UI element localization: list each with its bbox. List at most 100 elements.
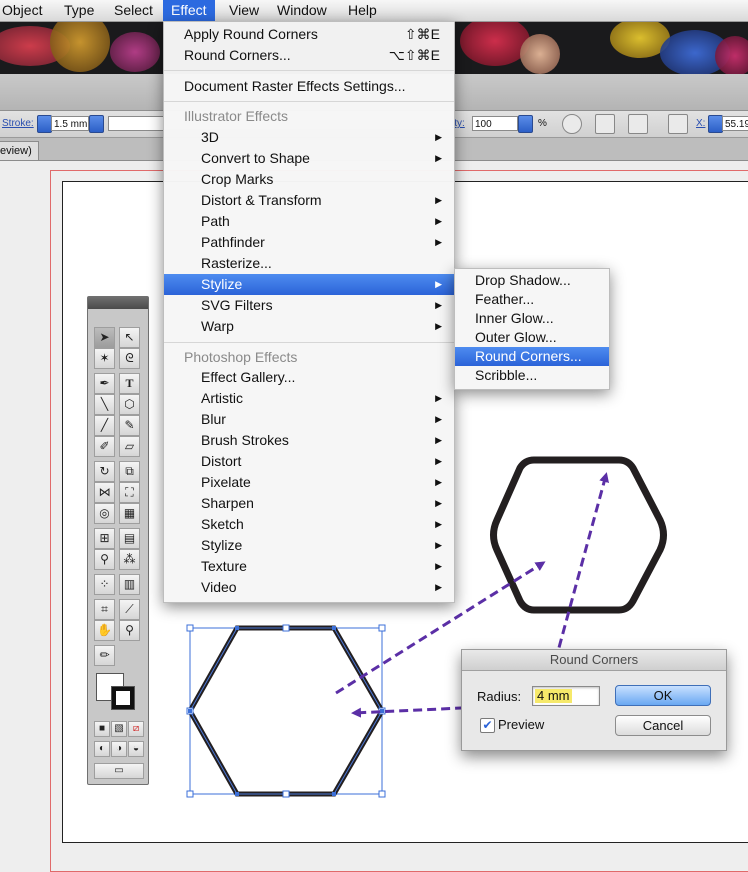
menu-item-texture[interactable]: Texture ▶: [164, 556, 454, 577]
menu-item-path[interactable]: Path ▶: [164, 211, 454, 232]
selection-tool-icon[interactable]: ➤: [94, 327, 115, 348]
radius-label: Radius:: [477, 689, 522, 704]
submenu-arrow-icon: ▶: [435, 153, 442, 163]
paintbrush-tool-icon[interactable]: ╱: [94, 415, 115, 436]
screen-mode-icon[interactable]: ▭: [94, 763, 144, 779]
menu-item-label: Round Corners...: [184, 47, 291, 63]
menu-separator: [164, 101, 454, 102]
artboard-tool-icon[interactable]: ⌗: [94, 599, 115, 620]
hand-tool-icon[interactable]: ✋: [94, 620, 115, 641]
submenu-item-scribble[interactable]: Scribble...: [455, 366, 609, 385]
menu-item-stylize[interactable]: Stylize ▶: [164, 274, 454, 295]
menu-item-shortcut: ⌥⇧⌘E: [388, 47, 440, 63]
tools-panel: ➤ ↖ ✶ ᘓ ✒ T ╲ ⬡ ╱ ✎ ✐ ▱ ↻ ⧉ ⋈ ⛶ ◎ ▦ ⊞ ▤ …: [87, 296, 149, 785]
menu-item-label: Apply Round Corners: [184, 26, 318, 42]
menu-item-artistic[interactable]: Artistic ▶: [164, 388, 454, 409]
width-tool-icon[interactable]: ⋈: [94, 482, 115, 503]
menu-item-svg-filters[interactable]: SVG Filters ▶: [164, 295, 454, 316]
menu-item-pixelate[interactable]: Pixelate ▶: [164, 472, 454, 493]
menu-item-warp[interactable]: Warp ▶: [164, 316, 454, 337]
submenu-arrow-icon: ▶: [435, 477, 442, 487]
color-mode-icon[interactable]: ■: [94, 721, 110, 737]
menu-item-round-corners[interactable]: Round Corners... ⌥⇧⌘E: [164, 45, 454, 66]
line-tool-icon[interactable]: ╲: [94, 394, 115, 415]
menu-item-blur[interactable]: Blur ▶: [164, 409, 454, 430]
radius-input[interactable]: 4 mm: [532, 686, 600, 706]
submenu-arrow-icon: ▶: [435, 237, 442, 247]
submenu-arrow-icon: ▶: [435, 456, 442, 466]
menu-item-sketch[interactable]: Sketch ▶: [164, 514, 454, 535]
menu-item-distort[interactable]: Distort ▶: [164, 451, 454, 472]
direct-selection-tool-icon[interactable]: ↖: [119, 327, 140, 348]
menu-item-rasterize[interactable]: Rasterize...: [164, 253, 454, 274]
symbol-sprayer-tool-icon[interactable]: ⁘: [94, 574, 115, 595]
submenu-arrow-icon: ▶: [435, 561, 442, 571]
none-mode-icon[interactable]: ⧄: [128, 721, 144, 737]
selection-handles[interactable]: [186, 624, 386, 798]
polygon-tool-icon[interactable]: ⬡: [119, 394, 140, 415]
zoom-tool-icon[interactable]: ⚲: [119, 620, 140, 641]
menu-item-distort-transform[interactable]: Distort & Transform ▶: [164, 190, 454, 211]
menu-item-convert-to-shape[interactable]: Convert to Shape ▶: [164, 148, 454, 169]
type-tool-icon[interactable]: T: [119, 373, 140, 394]
menu-item-effect-gallery[interactable]: Effect Gallery...: [164, 367, 454, 388]
gradient-tool-icon[interactable]: ▤: [119, 528, 140, 549]
submenu-arrow-icon: ▶: [435, 393, 442, 403]
preview-checkbox[interactable]: ✔: [480, 718, 495, 733]
menu-item-apply-round-corners[interactable]: Apply Round Corners ⇧⌘E: [164, 24, 454, 45]
rounded-hexagon[interactable]: [490, 456, 667, 614]
draw-behind-icon[interactable]: ◑: [111, 741, 127, 757]
menu-item-label: Document Raster Effects Settings...: [184, 78, 406, 94]
free-transform-tool-icon[interactable]: ⛶: [119, 482, 140, 503]
submenu-arrow-icon: ▶: [435, 195, 442, 205]
cancel-button[interactable]: Cancel: [615, 715, 711, 736]
scale-tool-icon[interactable]: ⧉: [119, 461, 140, 482]
submenu-item-round-corners[interactable]: Round Corners...: [455, 347, 609, 366]
submenu-item-feather[interactable]: Feather...: [455, 290, 609, 309]
lasso-tool-icon[interactable]: ᘓ: [119, 348, 140, 369]
menu-item-crop-marks[interactable]: Crop Marks: [164, 169, 454, 190]
menu-header-photoshop-effects: Photoshop Effects: [184, 349, 298, 365]
pen-tool-icon[interactable]: ✒: [94, 373, 115, 394]
menu-item-3d[interactable]: 3D ▶: [164, 127, 454, 148]
submenu-arrow-icon: ▶: [435, 582, 442, 592]
menu-item-sharpen[interactable]: Sharpen ▶: [164, 493, 454, 514]
radius-value: 4 mm: [535, 688, 572, 703]
mesh-tool-icon[interactable]: ⊞: [94, 528, 115, 549]
effect-menu: Apply Round Corners ⇧⌘E Round Corners...…: [163, 21, 455, 603]
sharp-hexagon[interactable]: [187, 625, 385, 797]
submenu-arrow-icon: ▶: [435, 540, 442, 550]
ok-button[interactable]: OK: [615, 685, 711, 706]
menu-item-shortcut: ⇧⌘E: [404, 26, 440, 42]
stroke-swatch[interactable]: [111, 686, 135, 710]
submenu-arrow-icon: ▶: [435, 321, 442, 331]
eraser-tool-icon[interactable]: ▱: [119, 436, 140, 457]
menu-item-stylize-photoshop[interactable]: Stylize ▶: [164, 535, 454, 556]
draw-normal-icon[interactable]: ◐: [94, 741, 110, 757]
pencil-tool-icon[interactable]: ✎: [119, 415, 140, 436]
eyedropper-tool-icon[interactable]: ⚲: [94, 549, 115, 570]
round-corners-dialog: Round Corners Radius: 4 mm ✔ Preview OK …: [461, 649, 727, 751]
blend-tool-icon[interactable]: ⁂: [119, 549, 140, 570]
rotate-tool-icon[interactable]: ↻: [94, 461, 115, 482]
slice-tool-icon[interactable]: ⟋: [119, 599, 140, 620]
perspective-grid-tool-icon[interactable]: ▦: [119, 503, 140, 524]
submenu-item-drop-shadow[interactable]: Drop Shadow...: [455, 271, 609, 290]
menu-item-video[interactable]: Video ▶: [164, 577, 454, 598]
magic-wand-tool-icon[interactable]: ✶: [94, 348, 115, 369]
blob-brush-tool-icon[interactable]: ✐: [94, 436, 115, 457]
menu-item-document-raster-settings[interactable]: Document Raster Effects Settings...: [164, 76, 454, 97]
submenu-arrow-icon: ▶: [435, 300, 442, 310]
gradient-mode-icon[interactable]: ▧: [111, 721, 127, 737]
tools-panel-grip[interactable]: [88, 297, 148, 309]
column-graph-tool-icon[interactable]: ▥: [119, 574, 140, 595]
draw-inside-icon[interactable]: ◒: [128, 741, 144, 757]
submenu-arrow-icon: ▶: [435, 435, 442, 445]
menu-item-pathfinder[interactable]: Pathfinder ▶: [164, 232, 454, 253]
shape-builder-tool-icon[interactable]: ◎: [94, 503, 115, 524]
menu-header-illustrator-effects: Illustrator Effects: [184, 108, 289, 124]
submenu-item-outer-glow[interactable]: Outer Glow...: [455, 328, 609, 347]
menu-item-brush-strokes[interactable]: Brush Strokes ▶: [164, 430, 454, 451]
submenu-item-inner-glow[interactable]: Inner Glow...: [455, 309, 609, 328]
eyedropper-swatch-icon[interactable]: ✏: [94, 645, 115, 666]
